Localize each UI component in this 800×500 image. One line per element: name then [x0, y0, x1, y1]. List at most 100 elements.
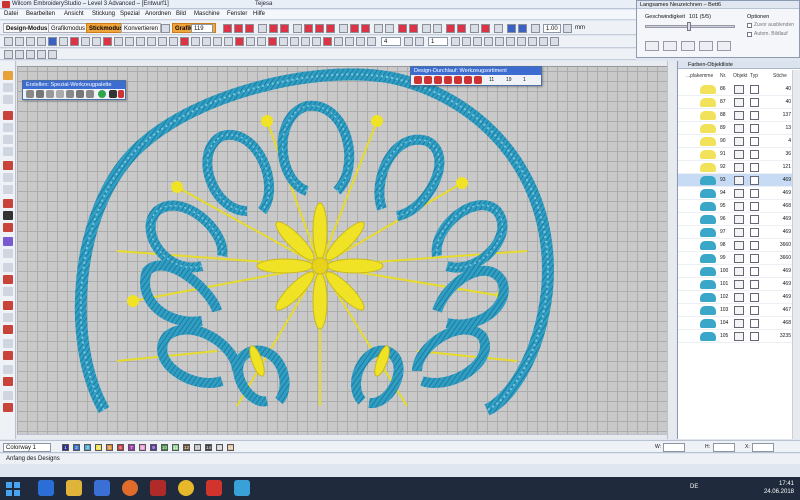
color-list-row[interactable]: 100 469: [678, 265, 793, 278]
menu-fenster[interactable]: Fenster: [227, 11, 247, 17]
color-list-row[interactable]: 95 468: [678, 200, 793, 213]
palette-color-chip[interactable]: 2: [73, 444, 80, 451]
run-tool-icon[interactable]: [3, 185, 13, 194]
color-list-row[interactable]: 86 40: [678, 83, 793, 96]
tool-c-icon-left[interactable]: [3, 287, 13, 296]
tool-red-13-icon[interactable]: [446, 24, 455, 33]
color-list-row[interactable]: 97 469: [678, 226, 793, 239]
row3-tool-2-icon[interactable]: [15, 50, 24, 59]
row2-tool-19-icon[interactable]: [202, 37, 211, 46]
color-list-row[interactable]: 94 469: [678, 187, 793, 200]
tool-red-4-icon[interactable]: [269, 24, 278, 33]
tool-blue-1-icon[interactable]: [507, 24, 516, 33]
tool-red-6-icon[interactable]: [304, 24, 313, 33]
stitch-mode-button[interactable]: Stickmodus: [86, 23, 127, 33]
palette-color-chip[interactable]: 5: [106, 444, 113, 451]
row2-tool-8-icon[interactable]: [81, 37, 90, 46]
start-button[interactable]: [4, 480, 22, 497]
convert-button[interactable]: Konvertieren: [121, 23, 162, 33]
tool-j-icon-left[interactable]: [3, 377, 13, 386]
tool-a-icon[interactable]: [293, 24, 302, 33]
menu-anordnen[interactable]: Anordnen: [145, 11, 171, 17]
tool-blue-2-icon[interactable]: [518, 24, 527, 33]
palette-color-chip[interactable]: 10: [161, 444, 168, 451]
appliqué-tool-icon[interactable]: [3, 237, 13, 246]
tool-red-9-icon[interactable]: [350, 24, 359, 33]
row2-tool-6-icon[interactable]: [59, 37, 68, 46]
clock[interactable]: 17:41 24.06.2018: [764, 480, 794, 496]
special-tool-2-icon[interactable]: [36, 90, 44, 98]
palette-color-chip[interactable]: 3: [84, 444, 91, 451]
tool-red-1-icon[interactable]: [223, 24, 232, 33]
row2-tool-10-icon[interactable]: [103, 37, 112, 46]
color-list-row[interactable]: 88 137: [678, 109, 793, 122]
special-tool-8-icon[interactable]: [98, 90, 106, 98]
tool-h-icon-left[interactable]: [3, 351, 13, 360]
tool-c-icon[interactable]: [374, 24, 383, 33]
satin-tool-icon[interactable]: [3, 173, 13, 182]
graphic-toggle-icon[interactable]: [161, 24, 170, 33]
tab-label[interactable]: ...plakemme: [686, 73, 713, 79]
palette-color-chip[interactable]: 15: [216, 444, 223, 451]
color-list-row[interactable]: 90 4: [678, 135, 793, 148]
tool-a-icon-left[interactable]: [3, 263, 13, 272]
row2-tool-37-icon[interactable]: [451, 37, 460, 46]
speed-slider-thumb[interactable]: [687, 22, 691, 31]
color-list-row[interactable]: 102 469: [678, 291, 793, 304]
rect-tool-icon[interactable]: [3, 135, 13, 144]
menu-maschine[interactable]: Maschine: [194, 11, 220, 17]
row2-tool-9-icon[interactable]: [92, 37, 101, 46]
row2-tool-3-icon[interactable]: [26, 37, 35, 46]
row2-tool-5-icon[interactable]: [48, 37, 57, 46]
lace-design-artwork[interactable]: [17, 61, 667, 434]
color-list-row[interactable]: 91 36: [678, 148, 793, 161]
tool-g-icon[interactable]: [470, 24, 479, 33]
tool-g-icon-left[interactable]: [3, 339, 13, 348]
play-button[interactable]: [663, 41, 677, 51]
row2-tool-16-icon[interactable]: [169, 37, 178, 46]
row2-tool-35-icon[interactable]: [404, 37, 413, 46]
row2-tool-42-icon[interactable]: [506, 37, 515, 46]
palette-color-chip[interactable]: 16: [227, 444, 234, 451]
motif-tool-icon[interactable]: [3, 249, 13, 258]
row2-tool-20-icon[interactable]: [213, 37, 222, 46]
row2-tool-28-icon[interactable]: [301, 37, 310, 46]
row3-tool-5-icon[interactable]: [48, 50, 57, 59]
row2-tool-39-icon[interactable]: [473, 37, 482, 46]
app-icon-red[interactable]: [150, 480, 166, 496]
row2-tool-45-icon[interactable]: [539, 37, 548, 46]
text-tool-icon[interactable]: [3, 199, 13, 208]
row3-tool-3-icon[interactable]: [26, 50, 35, 59]
palette-color-chip[interactable]: 8: [139, 444, 146, 451]
palette-color-chip[interactable]: 1: [62, 444, 69, 451]
row2-tool-7-icon[interactable]: [70, 37, 79, 46]
row2-value-field-2[interactable]: 1: [428, 37, 448, 46]
wilcom-icon[interactable]: [206, 480, 222, 496]
tool-red-3-icon[interactable]: [245, 24, 254, 33]
row2-tool-14-icon[interactable]: [147, 37, 156, 46]
row2-tool-46-icon[interactable]: [550, 37, 559, 46]
row2-tool-2-icon[interactable]: [15, 37, 24, 46]
row2-tool-1-icon[interactable]: [4, 37, 13, 46]
ie-icon[interactable]: [38, 480, 54, 496]
row2-tool-27-icon[interactable]: [290, 37, 299, 46]
special-tool-7-icon[interactable]: [86, 90, 94, 98]
tool-l-icon-left[interactable]: [3, 403, 13, 412]
row2-tool-24-icon[interactable]: [257, 37, 266, 46]
palette-color-chip[interactable]: 13: [194, 444, 201, 451]
height-field[interactable]: [713, 443, 735, 452]
special-tool-10-icon[interactable]: [118, 90, 124, 98]
row2-tool-22-icon[interactable]: [235, 37, 244, 46]
pen-tool-icon[interactable]: [3, 95, 13, 104]
tool-e-icon-left[interactable]: [3, 313, 13, 322]
lang-indicator[interactable]: DE: [690, 484, 698, 490]
end-button[interactable]: [717, 41, 731, 51]
tool-h-icon[interactable]: [494, 24, 503, 33]
palette-color-chip[interactable]: 11: [172, 444, 179, 451]
special-tool-1-icon[interactable]: [26, 90, 34, 98]
row2-tool-44-icon[interactable]: [528, 37, 537, 46]
row2-tool-38-icon[interactable]: [462, 37, 471, 46]
cutwork-tool-3-icon[interactable]: [434, 76, 442, 84]
menu-bild[interactable]: Bild: [176, 11, 186, 17]
row2-tool-12-icon[interactable]: [125, 37, 134, 46]
